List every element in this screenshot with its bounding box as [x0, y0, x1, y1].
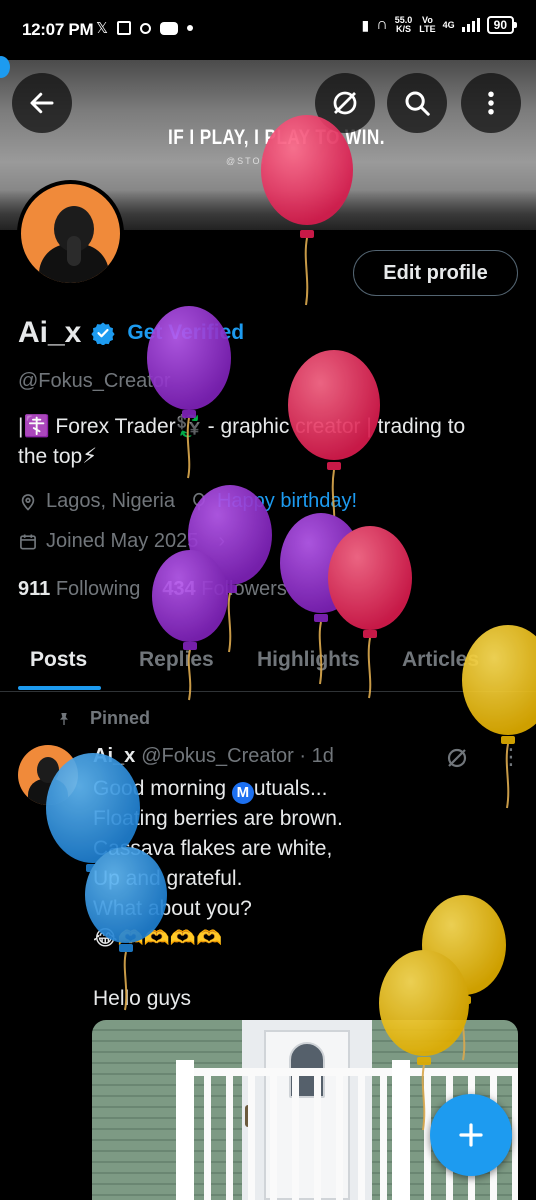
network-type: 4G: [442, 19, 455, 30]
post-line: Hello guys: [93, 987, 192, 1010]
post-avatar[interactable]: [18, 745, 78, 805]
location-text: Lagos, Nigeria: [46, 490, 175, 512]
tab-highlights[interactable]: Highlights: [257, 648, 360, 672]
back-button[interactable]: [12, 73, 72, 133]
post-line: [93, 954, 513, 984]
post-line: Good morning Mutuals...: [93, 774, 513, 804]
notification-icons: 𝕏: [96, 19, 194, 37]
get-verified-link[interactable]: Get Verified: [127, 321, 244, 345]
image-railing: [182, 1068, 518, 1076]
net-speed: 55.0 K/S: [394, 15, 413, 34]
location-row: Lagos, Nigeria Happy birthday!: [18, 490, 357, 513]
calendar-icon: [20, 534, 36, 549]
balloon-icon: [193, 492, 205, 510]
birthday-text[interactable]: Happy birthday!: [217, 490, 357, 513]
x-icon: 𝕏: [96, 20, 109, 37]
tab-replies[interactable]: Replies: [139, 648, 214, 672]
search-button[interactable]: [387, 73, 447, 133]
post-line: Cassava flakes are white,: [93, 837, 333, 860]
tab-articles[interactable]: Articles: [402, 648, 479, 672]
pin-icon: [60, 712, 68, 725]
banner-watermark: @STOI: [226, 156, 266, 166]
profile-tabs: Posts Replies Highlights Articles: [0, 630, 536, 692]
post-line: What about you?: [93, 897, 252, 920]
post-handle-time: @Fokus_Creator · 1d: [141, 745, 334, 767]
joined-row: Joined May 2025 ›: [18, 530, 225, 553]
search-icon: [405, 91, 430, 116]
image-rail-post: [392, 1060, 410, 1200]
following-stat[interactable]: 911 Following: [18, 578, 140, 601]
status-bar: 12:07 PM 𝕏 ▮ ∩ 55.0 K/S Vo LTE 4G 90: [0, 0, 536, 60]
battery-indicator: 90: [486, 16, 518, 34]
display-name: Ai_x: [18, 316, 82, 349]
vibrate-icon: ▮: [361, 16, 370, 33]
post-grok-icon[interactable]: [445, 746, 469, 770]
location-pin-icon: [21, 493, 35, 511]
plus-icon: [459, 1123, 483, 1147]
verified-badge-icon: [91, 322, 115, 345]
post-line: 😂🫶🫶🫶🫶: [93, 927, 223, 950]
bio-line-2: the top⚡: [18, 445, 97, 468]
post-author[interactable]: Ai_x: [93, 745, 135, 768]
follow-stats: 911 Following 434 Followers: [18, 578, 287, 601]
grok-icon: [333, 91, 357, 115]
active-tab-indicator: [18, 686, 101, 690]
image-rail-post: [176, 1060, 194, 1200]
signal-icon: [461, 18, 480, 32]
profile-avatar[interactable]: [17, 180, 124, 287]
post-line: Floating berries are brown.: [93, 807, 343, 830]
avatar-hands: [67, 236, 81, 266]
arrow-left-icon: [30, 92, 54, 114]
bio-line-1: |☦️ Forex Trader💱 - graphic creator | tr…: [18, 415, 466, 438]
post-more-icon[interactable]: ⋮: [500, 744, 522, 770]
grok-button[interactable]: [315, 73, 375, 133]
post-header: Ai_x @Fokus_Creator · 1d: [93, 745, 334, 768]
status-time: 12:07 PM: [22, 20, 94, 39]
pinned-label-row: Pinned: [56, 708, 150, 729]
headphones-icon: ∩: [376, 16, 388, 33]
tab-posts[interactable]: Posts: [30, 648, 87, 672]
joined-text: Joined May 2025: [46, 530, 199, 552]
m-letter-badge: M: [231, 782, 254, 804]
compose-post-button[interactable]: [430, 1094, 512, 1176]
more-options-button[interactable]: [461, 73, 521, 133]
post-line: Up and grateful.: [93, 867, 243, 890]
volte-indicator: Vo LTE: [419, 15, 436, 34]
post-body: Good morning Mutuals... Floating berries…: [93, 774, 513, 1014]
edit-profile-button[interactable]: Edit profile: [353, 250, 518, 296]
followers-stat[interactable]: 434 Followers: [162, 578, 287, 601]
dot-icon: [187, 25, 194, 31]
more-vertical-icon: [488, 91, 494, 115]
profile-bio: |☦️ Forex Trader💱 - graphic creator | tr…: [18, 412, 518, 472]
system-icons: ▮ ∩ 55.0 K/S Vo LTE 4G 90: [361, 15, 518, 34]
chevron-right-icon[interactable]: ›: [218, 530, 225, 553]
youtube-icon: [160, 21, 179, 35]
calendar-icon: [117, 21, 132, 35]
pinned-text: Pinned: [90, 708, 151, 728]
circle-icon: [140, 22, 152, 34]
post-avatar-head: [37, 757, 59, 783]
name-row: Ai_x Get Verified: [18, 316, 244, 350]
profile-handle: @Fokus_Creator: [18, 370, 171, 392]
